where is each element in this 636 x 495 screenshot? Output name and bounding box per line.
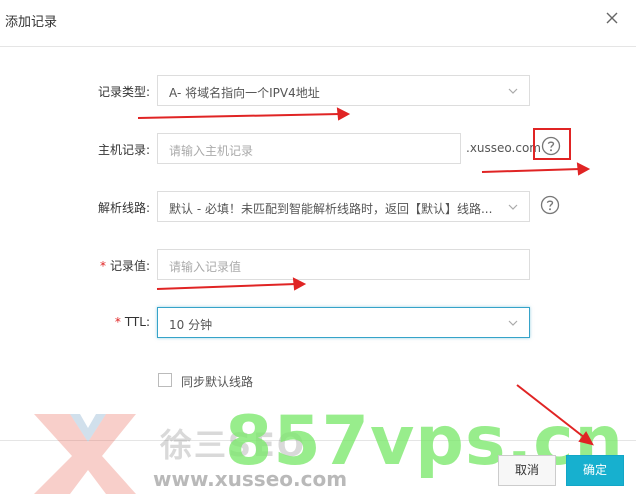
cancel-button[interactable]: 取消 <box>498 455 556 486</box>
host-label: 主机记录: <box>97 143 150 157</box>
line-value: 默认 - 必填！未匹配到智能解析线路时，返回【默认】线路... <box>169 202 493 216</box>
required-mark: * <box>114 315 121 329</box>
line-label: 解析线路: <box>97 201 150 215</box>
add-record-dialog: 添加记录 记录类型: A- 将域名指向一个IPV4地址 主机记录: 请输入主机记… <box>0 0 636 495</box>
help-icon[interactable] <box>540 195 560 215</box>
ttl-value: 10 分钟 <box>169 318 213 332</box>
record-type-value: A- 将域名指向一个IPV4地址 <box>169 86 320 100</box>
record-value-label: * 记录值: <box>0 257 150 274</box>
host-input[interactable]: 请输入主机记录 <box>157 133 461 164</box>
host-placeholder: 请输入主机记录 <box>169 144 254 158</box>
record-value-placeholder: 请输入记录值 <box>169 260 242 274</box>
ttl-label: * TTL: <box>0 315 150 329</box>
sync-default-label: 同步默认线路 <box>181 375 254 389</box>
annotation-arrow <box>156 277 307 291</box>
watermark-vps: 857vps.cn <box>225 402 624 481</box>
dialog-header: 添加记录 <box>0 0 636 47</box>
annotation-arrow <box>481 162 591 176</box>
required-mark: * <box>99 259 106 273</box>
domain-suffix: .xusseo.com <box>466 141 541 155</box>
ttl-label-text: TTL: <box>124 315 150 329</box>
help-icon[interactable] <box>541 136 561 156</box>
chevron-down-icon <box>508 320 518 326</box>
confirm-button[interactable]: 确定 <box>566 455 624 486</box>
record-value-input[interactable]: 请输入记录值 <box>157 249 530 280</box>
dialog-title: 添加记录 <box>5 15 58 30</box>
annotation-arrow <box>137 107 351 121</box>
record-value-label-text: 记录值: <box>109 259 150 273</box>
sync-default-checkbox[interactable] <box>158 373 172 387</box>
chevron-down-icon <box>508 88 518 94</box>
ttl-select[interactable]: 10 分钟 <box>157 307 530 338</box>
record-type-label: 记录类型: <box>97 85 150 99</box>
close-icon[interactable] <box>604 10 620 26</box>
chevron-down-icon <box>508 204 518 210</box>
watermark-logo <box>34 414 136 494</box>
record-type-select[interactable]: A- 将域名指向一个IPV4地址 <box>157 75 530 106</box>
line-select[interactable]: 默认 - 必填！未匹配到智能解析线路时，返回【默认】线路... <box>157 191 530 222</box>
